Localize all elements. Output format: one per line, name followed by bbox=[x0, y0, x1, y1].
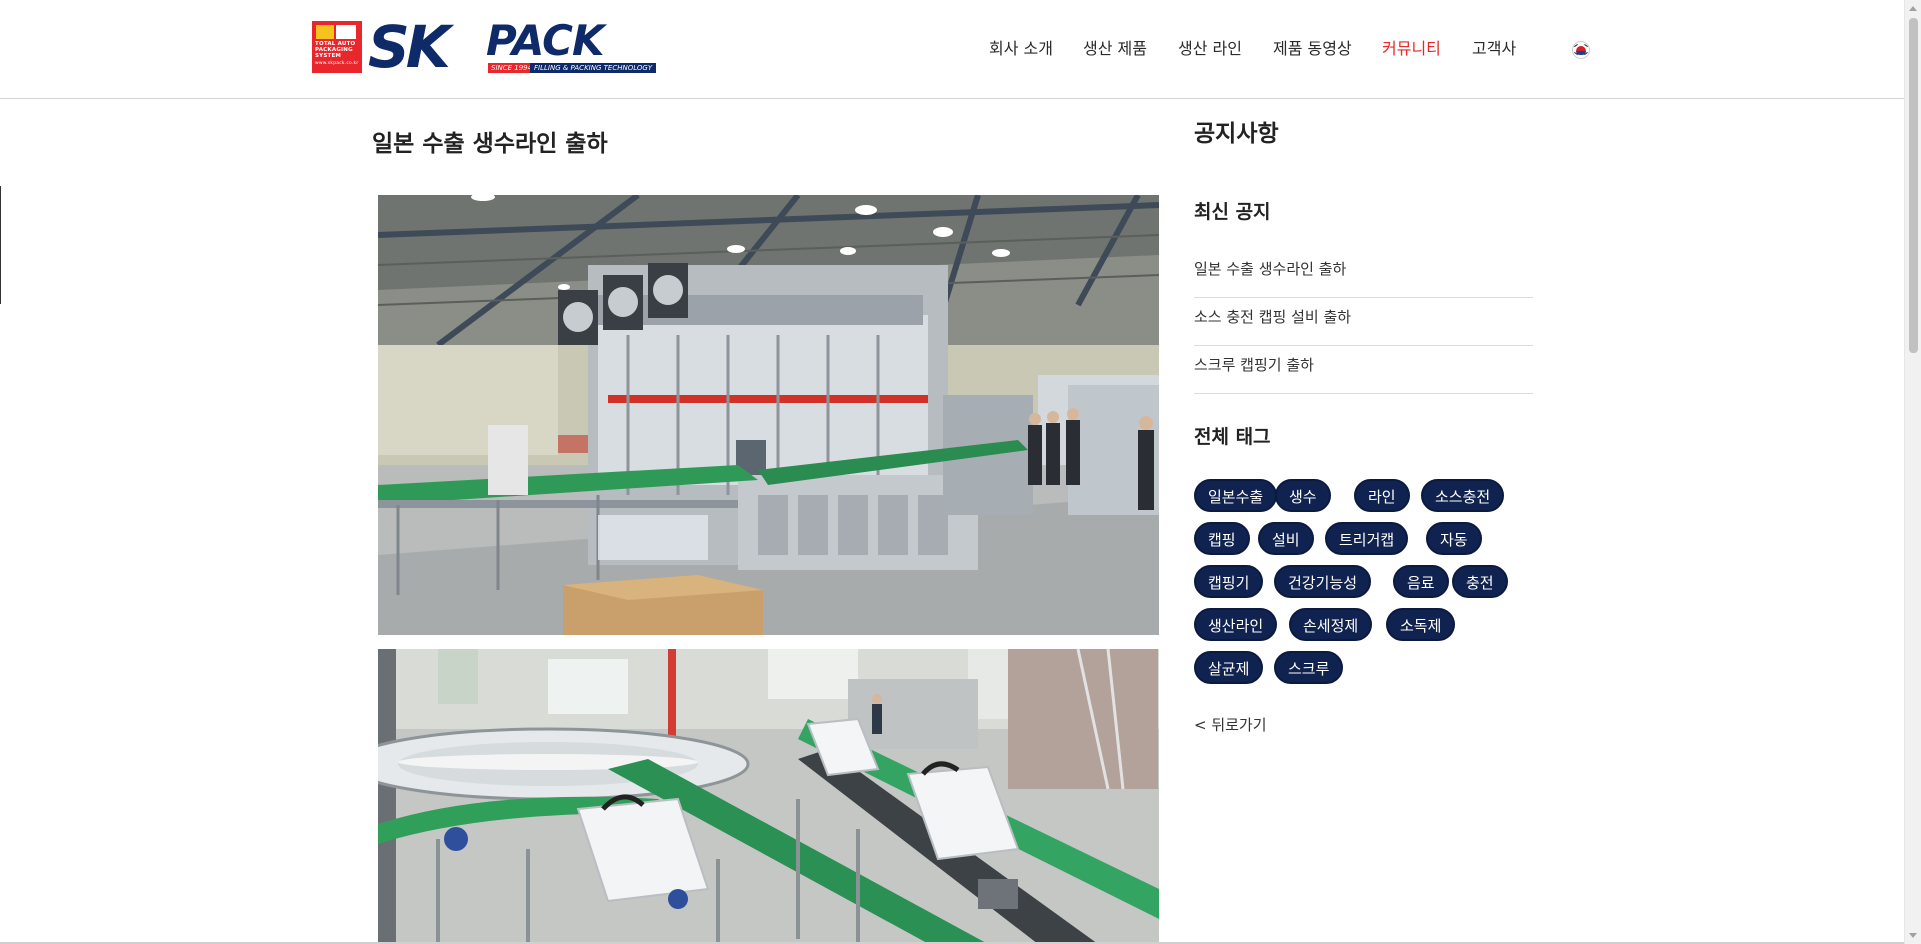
logo-tagline: FILLING & PACKING TECHNOLOGY bbox=[530, 63, 657, 73]
all-tags-heading: 전체 태그 bbox=[1194, 426, 1271, 448]
recent-notice-link[interactable]: 일본 수출 생수라인 출하 bbox=[1194, 260, 1346, 278]
recent-notice-link[interactable]: 스크루 캡핑기 출하 bbox=[1194, 356, 1314, 374]
logo-since: SINCE 1994 bbox=[488, 63, 536, 73]
nav-item-production-line[interactable]: 생산 라인 bbox=[1178, 38, 1242, 60]
site-header: TOTAL AUTO PACKAGING SYSTEM www.skpack.c… bbox=[0, 0, 1904, 99]
nav-item-company[interactable]: 회사 소개 bbox=[989, 38, 1053, 60]
list-item: 스크루 캡핑기 출하 bbox=[1194, 346, 1533, 394]
scroll-up-arrow-icon[interactable] bbox=[1909, 6, 1917, 11]
tag-chip[interactable]: 일본수출 bbox=[1194, 479, 1278, 512]
tag-chip[interactable]: 살균제 bbox=[1194, 651, 1264, 684]
sk-pack-logo[interactable]: TOTAL AUTO PACKAGING SYSTEM www.skpack.c… bbox=[312, 17, 664, 77]
tag-chip[interactable]: 트리거캡 bbox=[1325, 522, 1409, 555]
tag-chip[interactable]: 건강기능성 bbox=[1274, 565, 1372, 598]
recent-notices-heading: 최신 공지 bbox=[1194, 201, 1271, 223]
tag-chip[interactable]: 설비 bbox=[1258, 522, 1314, 555]
post-title: 일본 수출 생수라인 출하 bbox=[372, 131, 608, 157]
scroll-down-arrow-icon[interactable] bbox=[1909, 933, 1917, 938]
tag-chip[interactable]: 캡핑 bbox=[1194, 522, 1250, 555]
tag-chip[interactable]: 스크루 bbox=[1274, 651, 1344, 684]
recent-notice-link[interactable]: 소스 충전 캡핑 설비 출하 bbox=[1194, 308, 1351, 326]
scroll-thumb[interactable] bbox=[1909, 18, 1918, 353]
post-photo-filling-line bbox=[378, 195, 1159, 635]
kr-flag-icon[interactable] bbox=[1572, 41, 1590, 59]
list-item: 일본 수출 생수라인 출하 bbox=[1194, 250, 1533, 298]
post-photo-conveyor-line bbox=[378, 649, 1159, 944]
logo-word-sk: SK bbox=[368, 13, 451, 81]
tag-chip[interactable]: 소스충전 bbox=[1421, 479, 1505, 512]
tag-chip[interactable]: 라인 bbox=[1354, 479, 1410, 512]
nav-item-videos[interactable]: 제품 동영상 bbox=[1273, 38, 1352, 60]
tag-chip[interactable]: 음료 bbox=[1393, 565, 1449, 598]
tag-chip[interactable]: 생수 bbox=[1275, 479, 1331, 512]
logo-word-pack: PACK bbox=[486, 16, 605, 65]
tag-chip[interactable]: 충전 bbox=[1452, 565, 1508, 598]
list-item: 소스 충전 캡핑 설비 출하 bbox=[1194, 298, 1533, 346]
nav-item-products[interactable]: 생산 제품 bbox=[1083, 38, 1147, 60]
left-edge-marker bbox=[0, 186, 1, 304]
vertical-scrollbar[interactable] bbox=[1904, 0, 1921, 944]
back-link[interactable]: < 뒤로가기 bbox=[1194, 714, 1267, 736]
tag-chip[interactable]: 소독제 bbox=[1386, 608, 1456, 641]
tag-chip[interactable]: 자동 bbox=[1426, 522, 1482, 555]
tag-chip[interactable]: 생산라인 bbox=[1194, 608, 1278, 641]
notice-heading: 공지사항 bbox=[1194, 121, 1279, 147]
tag-chip[interactable]: 캡핑기 bbox=[1194, 565, 1264, 598]
nav-item-community[interactable]: 커뮤니티 bbox=[1382, 38, 1441, 60]
tag-chip[interactable]: 손세정제 bbox=[1289, 608, 1373, 641]
logo-badge-text: TOTAL AUTO PACKAGING SYSTEM www.skpack.c… bbox=[315, 41, 359, 66]
nav-item-clients[interactable]: 고객사 bbox=[1472, 38, 1516, 60]
logo-badge: TOTAL AUTO PACKAGING SYSTEM www.skpack.c… bbox=[312, 21, 362, 73]
recent-notices-list: 일본 수출 생수라인 출하 소스 충전 캡핑 설비 출하 스크루 캡핑기 출하 bbox=[1194, 250, 1533, 394]
